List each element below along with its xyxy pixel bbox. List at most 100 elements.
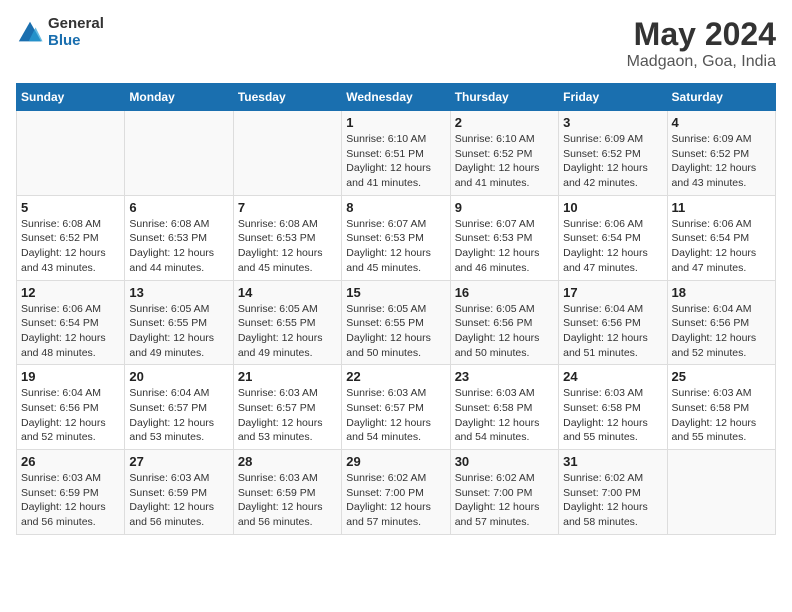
calendar-cell: 25 Sunrise: 6:03 AM Sunset: 6:58 PM Dayli… (667, 365, 775, 450)
day-number: 12 (21, 285, 120, 300)
day-number: 15 (346, 285, 445, 300)
day-info: Sunrise: 6:06 AM Sunset: 6:54 PM Dayligh… (21, 302, 120, 361)
day-number: 31 (563, 454, 662, 469)
day-number: 1 (346, 115, 445, 130)
logo-general: General (48, 16, 104, 33)
calendar-cell: 3 Sunrise: 6:09 AM Sunset: 6:52 PM Daylig… (559, 111, 667, 196)
day-info: Sunrise: 6:07 AM Sunset: 6:53 PM Dayligh… (346, 217, 445, 276)
page-title: May 2024 (627, 16, 776, 53)
weekday-header: Wednesday (342, 84, 450, 111)
calendar-week-row: 1Sunrise: 6:10 AM Sunset: 6:51 PM Daylig… (17, 111, 776, 196)
calendar-cell (125, 111, 233, 196)
day-number: 18 (672, 285, 771, 300)
day-info: Sunrise: 6:03 AM Sunset: 6:59 PM Dayligh… (238, 471, 337, 530)
calendar-cell: 19 Sunrise: 6:04 AM Sunset: 6:56 PM Dayli… (17, 365, 125, 450)
day-info: Sunrise: 6:05 AM Sunset: 6:55 PM Dayligh… (238, 302, 337, 361)
calendar-cell: 21Sunrise: 6:03 AM Sunset: 6:57 PM Dayli… (233, 365, 341, 450)
day-number: 8 (346, 200, 445, 215)
day-info: Sunrise: 6:08 AM Sunset: 6:53 PM Dayligh… (238, 217, 337, 276)
day-info: Sunrise: 6:05 AM Sunset: 6:55 PM Dayligh… (129, 302, 228, 361)
day-info: Sunrise: 6:02 AM Sunset: 7:00 PM Dayligh… (455, 471, 554, 530)
header-row: SundayMondayTuesdayWednesdayThursdayFrid… (17, 84, 776, 111)
weekday-header: Tuesday (233, 84, 341, 111)
calendar-cell: 16 Sunrise: 6:05 AM Sunset: 6:56 PM Dayli… (450, 280, 558, 365)
day-number: 7 (238, 200, 337, 215)
day-number: 5 (21, 200, 120, 215)
day-number: 14 (238, 285, 337, 300)
calendar-cell: 7 Sunrise: 6:08 AM Sunset: 6:53 PM Daylig… (233, 195, 341, 280)
calendar-cell: 15 Sunrise: 6:05 AM Sunset: 6:55 PM Dayli… (342, 280, 450, 365)
logo-blue: Blue (48, 33, 104, 50)
day-number: 21 (238, 369, 337, 384)
calendar-cell (233, 111, 341, 196)
calendar-cell: 27 Sunrise: 6:03 AM Sunset: 6:59 PM Dayli… (125, 450, 233, 535)
calendar-cell: 4Sunrise: 6:09 AM Sunset: 6:52 PM Daylig… (667, 111, 775, 196)
day-number: 27 (129, 454, 228, 469)
day-number: 28 (238, 454, 337, 469)
calendar-cell: 5Sunrise: 6:08 AM Sunset: 6:52 PM Daylig… (17, 195, 125, 280)
day-number: 3 (563, 115, 662, 130)
weekday-header: Friday (559, 84, 667, 111)
day-info: Sunrise: 6:03 AM Sunset: 6:58 PM Dayligh… (455, 386, 554, 445)
logo-icon (16, 19, 44, 47)
calendar-cell: 9 Sunrise: 6:07 AM Sunset: 6:53 PM Daylig… (450, 195, 558, 280)
day-info: Sunrise: 6:04 AM Sunset: 6:56 PM Dayligh… (672, 302, 771, 361)
day-info: Sunrise: 6:03 AM Sunset: 6:58 PM Dayligh… (563, 386, 662, 445)
calendar-cell: 1Sunrise: 6:10 AM Sunset: 6:51 PM Daylig… (342, 111, 450, 196)
calendar-cell: 23 Sunrise: 6:03 AM Sunset: 6:58 PM Dayli… (450, 365, 558, 450)
calendar-cell: 29Sunrise: 6:02 AM Sunset: 7:00 PM Dayli… (342, 450, 450, 535)
calendar-cell: 17Sunrise: 6:04 AM Sunset: 6:56 PM Dayli… (559, 280, 667, 365)
day-info: Sunrise: 6:03 AM Sunset: 6:58 PM Dayligh… (672, 386, 771, 445)
calendar-cell: 13 Sunrise: 6:05 AM Sunset: 6:55 PM Dayli… (125, 280, 233, 365)
calendar-cell: 20Sunrise: 6:04 AM Sunset: 6:57 PM Dayli… (125, 365, 233, 450)
day-number: 29 (346, 454, 445, 469)
day-info: Sunrise: 6:05 AM Sunset: 6:56 PM Dayligh… (455, 302, 554, 361)
weekday-header: Thursday (450, 84, 558, 111)
day-number: 23 (455, 369, 554, 384)
day-info: Sunrise: 6:02 AM Sunset: 7:00 PM Dayligh… (563, 471, 662, 530)
calendar-cell: 24Sunrise: 6:03 AM Sunset: 6:58 PM Dayli… (559, 365, 667, 450)
title-block: May 2024 Madgaon, Goa, India (627, 16, 776, 71)
day-info: Sunrise: 6:04 AM Sunset: 6:56 PM Dayligh… (21, 386, 120, 445)
day-number: 2 (455, 115, 554, 130)
day-number: 22 (346, 369, 445, 384)
day-info: Sunrise: 6:10 AM Sunset: 6:52 PM Dayligh… (455, 132, 554, 191)
day-info: Sunrise: 6:03 AM Sunset: 6:59 PM Dayligh… (21, 471, 120, 530)
day-info: Sunrise: 6:06 AM Sunset: 6:54 PM Dayligh… (672, 217, 771, 276)
calendar-cell: 12 Sunrise: 6:06 AM Sunset: 6:54 PM Dayli… (17, 280, 125, 365)
weekday-header: Monday (125, 84, 233, 111)
day-info: Sunrise: 6:09 AM Sunset: 6:52 PM Dayligh… (563, 132, 662, 191)
day-number: 19 (21, 369, 120, 384)
day-number: 9 (455, 200, 554, 215)
day-info: Sunrise: 6:05 AM Sunset: 6:55 PM Dayligh… (346, 302, 445, 361)
day-number: 26 (21, 454, 120, 469)
day-info: Sunrise: 6:08 AM Sunset: 6:53 PM Dayligh… (129, 217, 228, 276)
calendar-cell: 10 Sunrise: 6:06 AM Sunset: 6:54 PM Dayli… (559, 195, 667, 280)
day-info: Sunrise: 6:04 AM Sunset: 6:57 PM Dayligh… (129, 386, 228, 445)
day-number: 11 (672, 200, 771, 215)
calendar-cell: 8 Sunrise: 6:07 AM Sunset: 6:53 PM Daylig… (342, 195, 450, 280)
calendar-cell: 11 Sunrise: 6:06 AM Sunset: 6:54 PM Dayli… (667, 195, 775, 280)
weekday-header: Saturday (667, 84, 775, 111)
day-info: Sunrise: 6:07 AM Sunset: 6:53 PM Dayligh… (455, 217, 554, 276)
logo: General Blue (16, 16, 104, 49)
calendar-cell: 22Sunrise: 6:03 AM Sunset: 6:57 PM Dayli… (342, 365, 450, 450)
calendar-cell: 6 Sunrise: 6:08 AM Sunset: 6:53 PM Daylig… (125, 195, 233, 280)
calendar-cell: 28 Sunrise: 6:03 AM Sunset: 6:59 PM Dayli… (233, 450, 341, 535)
calendar-cell: 18 Sunrise: 6:04 AM Sunset: 6:56 PM Dayli… (667, 280, 775, 365)
day-number: 10 (563, 200, 662, 215)
calendar-cell (667, 450, 775, 535)
day-info: Sunrise: 6:04 AM Sunset: 6:56 PM Dayligh… (563, 302, 662, 361)
day-number: 25 (672, 369, 771, 384)
weekday-header: Sunday (17, 84, 125, 111)
day-number: 6 (129, 200, 228, 215)
day-info: Sunrise: 6:09 AM Sunset: 6:52 PM Dayligh… (672, 132, 771, 191)
calendar-cell: 26 Sunrise: 6:03 AM Sunset: 6:59 PM Dayli… (17, 450, 125, 535)
calendar-week-row: 26 Sunrise: 6:03 AM Sunset: 6:59 PM Dayli… (17, 450, 776, 535)
calendar-table: SundayMondayTuesdayWednesdayThursdayFrid… (16, 83, 776, 535)
day-info: Sunrise: 6:06 AM Sunset: 6:54 PM Dayligh… (563, 217, 662, 276)
day-number: 13 (129, 285, 228, 300)
day-info: Sunrise: 6:03 AM Sunset: 6:59 PM Dayligh… (129, 471, 228, 530)
page-subtitle: Madgaon, Goa, India (627, 53, 776, 71)
day-number: 16 (455, 285, 554, 300)
